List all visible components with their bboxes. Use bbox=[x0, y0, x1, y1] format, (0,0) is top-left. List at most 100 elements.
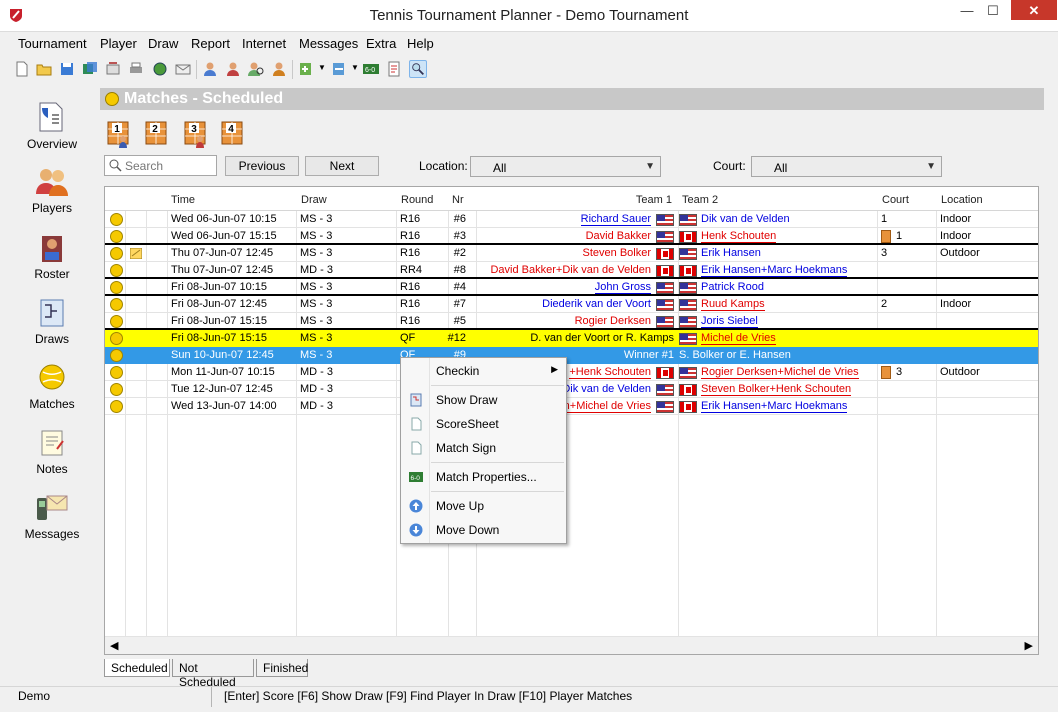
close-button[interactable]: ✕ bbox=[1011, 0, 1057, 20]
col-header-draw[interactable]: Draw bbox=[301, 194, 327, 206]
export-dropdown-icon[interactable]: ▼ bbox=[351, 63, 359, 72]
cell-team1[interactable]: David Bakker bbox=[586, 230, 651, 242]
previous-button[interactable]: Previous bbox=[225, 156, 299, 176]
table-row[interactable]: Wed 13-Jun-07 14:00 MD - 3 n+Michel de V… bbox=[105, 398, 1038, 415]
court-4-button[interactable]: 4 bbox=[221, 121, 245, 149]
search-input[interactable]: Search bbox=[104, 155, 217, 176]
col-header-round[interactable]: Round bbox=[401, 194, 433, 206]
sidebar-item-draws[interactable]: Draws bbox=[8, 297, 96, 346]
minimize-button[interactable]: — bbox=[958, 0, 976, 22]
cell-team2[interactable]: Erik Hansen bbox=[701, 247, 761, 259]
table-row[interactable]: Fri 08-Jun-07 12:45 MS - 3 R16 #7 Dieder… bbox=[105, 296, 1038, 313]
menu-item-scoresheet[interactable]: ScoreSheet bbox=[401, 413, 566, 435]
table-row[interactable]: Fri 08-Jun-07 10:15 MS - 3 R16 #4 John G… bbox=[105, 279, 1038, 296]
menu-item-move-down[interactable]: Move Down bbox=[401, 519, 566, 541]
mail-icon[interactable] bbox=[174, 60, 192, 78]
table-row[interactable]: Thu 07-Jun-07 12:45 MS - 3 R16 #2 Steven… bbox=[105, 245, 1038, 262]
cell-team2[interactable]: Rogier Derksen+Michel de Vries bbox=[701, 366, 859, 379]
scroll-right-icon[interactable]: ▶ bbox=[1025, 639, 1033, 652]
court-select[interactable]: All ▼ bbox=[751, 156, 942, 177]
player-add-icon[interactable] bbox=[224, 60, 242, 78]
cell-team2[interactable]: Dik van de Velden bbox=[701, 213, 790, 225]
import-dropdown-icon[interactable]: ▼ bbox=[318, 63, 326, 72]
cell-team1[interactable]: Winner #1 bbox=[624, 349, 674, 361]
sidebar-item-players[interactable]: Players bbox=[8, 166, 96, 215]
menu-item-match-sign[interactable]: Match Sign bbox=[401, 437, 566, 459]
menu-report[interactable]: Report bbox=[191, 36, 230, 51]
cell-team1[interactable]: Rogier Derksen bbox=[575, 315, 651, 327]
scoresheet-icon[interactable] bbox=[385, 60, 403, 78]
import-icon[interactable] bbox=[297, 60, 315, 78]
table-row-selected[interactable]: Sun 10-Jun-07 12:45 MS - 3 QF #9 Winner … bbox=[105, 347, 1038, 364]
table-row-highlighted[interactable]: Fri 08-Jun-07 15:15 MS - 3 QF #12 D. van… bbox=[105, 330, 1038, 347]
cell-team1[interactable]: Richard Sauer bbox=[580, 213, 651, 226]
scroll-left-icon[interactable]: ◀ bbox=[110, 639, 118, 652]
horizontal-scrollbar[interactable]: ◀ ▶ bbox=[105, 636, 1038, 654]
cell-team2[interactable]: Patrick Rood bbox=[701, 281, 764, 293]
sidebar-item-matches[interactable]: Matches bbox=[8, 362, 96, 411]
cell-team1[interactable]: n+Michel de Vries bbox=[563, 400, 651, 413]
cell-team2[interactable]: Ruud Kamps bbox=[701, 298, 765, 311]
player-icon[interactable] bbox=[201, 60, 219, 78]
cell-team2[interactable]: Erik Hansen+Marc Hoekmans bbox=[701, 400, 848, 413]
col-header-location[interactable]: Location bbox=[941, 194, 983, 206]
sidebar-item-overview[interactable]: Overview bbox=[8, 100, 96, 151]
matches-grid[interactable]: Time Draw Round Nr Team 1 Team 2 Court L… bbox=[104, 186, 1039, 655]
sidebar-item-roster[interactable]: Roster bbox=[8, 232, 96, 281]
player-edit-icon[interactable] bbox=[270, 60, 288, 78]
menu-tournament[interactable]: Tournament bbox=[18, 36, 87, 51]
export-icon[interactable] bbox=[330, 60, 348, 78]
menu-item-match-properties[interactable]: 6-0 Match Properties... bbox=[401, 466, 566, 488]
col-header-time[interactable]: Time bbox=[171, 194, 195, 206]
menu-item-show-draw[interactable]: Show Draw bbox=[401, 389, 566, 411]
court-3-button[interactable]: 3 bbox=[184, 121, 208, 149]
table-row[interactable]: Tue 12-Jun-07 12:45 MD - 3 Dik van de Ve… bbox=[105, 381, 1038, 398]
cell-team1[interactable]: Steven Bolker bbox=[583, 247, 651, 259]
next-button[interactable]: Next bbox=[305, 156, 379, 176]
table-row[interactable]: Thu 07-Jun-07 12:45 MD - 3 RR4 #8 David … bbox=[105, 262, 1038, 279]
maximize-button[interactable]: ☐ bbox=[984, 0, 1002, 22]
menu-draw[interactable]: Draw bbox=[148, 36, 178, 51]
col-header-team1[interactable]: Team 1 bbox=[636, 194, 672, 206]
menu-item-checkin[interactable]: Checkin ▶ bbox=[401, 360, 566, 382]
search-tool-icon[interactable] bbox=[409, 60, 427, 78]
print-icon[interactable] bbox=[127, 60, 145, 78]
player-find-icon[interactable] bbox=[247, 60, 265, 78]
properties-icon[interactable] bbox=[104, 60, 122, 78]
cell-team1[interactable]: David Bakker+Dik van de Velden bbox=[490, 264, 651, 276]
col-header-nr[interactable]: Nr bbox=[452, 194, 464, 206]
cell-team2[interactable]: Erik Hansen+Marc Hoekmans bbox=[701, 264, 848, 277]
open-folder-icon[interactable] bbox=[35, 60, 53, 78]
cell-team2[interactable]: Joris Siebel bbox=[701, 315, 758, 328]
table-row[interactable]: Wed 06-Jun-07 10:15 MS - 3 R16 #6 Richar… bbox=[105, 211, 1038, 228]
menu-extra[interactable]: Extra bbox=[366, 36, 396, 51]
cell-team1[interactable]: D. van der Voort or R. Kamps bbox=[530, 332, 674, 344]
tab-not-scheduled[interactable]: Not Scheduled bbox=[172, 659, 254, 689]
sidebar-item-messages[interactable]: Messages bbox=[8, 492, 96, 541]
score-icon[interactable]: 6-0 bbox=[362, 60, 380, 78]
menu-item-move-up[interactable]: Move Up bbox=[401, 495, 566, 517]
court-2-button[interactable]: 2 bbox=[145, 121, 169, 149]
sidebar-item-notes[interactable]: Notes bbox=[8, 427, 96, 476]
menu-help[interactable]: Help bbox=[407, 36, 434, 51]
location-select[interactable]: All ▼ bbox=[470, 156, 661, 177]
save-all-icon[interactable] bbox=[81, 60, 99, 78]
web-icon[interactable] bbox=[151, 60, 169, 78]
cell-team1[interactable]: +Henk Schouten bbox=[569, 366, 651, 379]
cell-team2[interactable]: S. Bolker or E. Hansen bbox=[679, 349, 791, 361]
table-row[interactable]: Wed 06-Jun-07 15:15 MS - 3 R16 #3 David … bbox=[105, 228, 1038, 245]
table-row[interactable]: Fri 08-Jun-07 15:15 MS - 3 R16 #5 Rogier… bbox=[105, 313, 1038, 330]
menu-player[interactable]: Player bbox=[100, 36, 137, 51]
cell-team1[interactable]: Diederik van der Voort bbox=[542, 298, 651, 310]
tab-scheduled[interactable]: Scheduled bbox=[104, 659, 170, 677]
cell-team1[interactable]: Dik van de Velden bbox=[562, 383, 651, 395]
new-file-icon[interactable] bbox=[13, 60, 31, 78]
cell-team2[interactable]: Michel de Vries bbox=[701, 332, 776, 345]
col-header-team2[interactable]: Team 2 bbox=[682, 194, 718, 206]
menu-messages[interactable]: Messages bbox=[299, 36, 358, 51]
tab-finished[interactable]: Finished bbox=[256, 659, 308, 677]
save-icon[interactable] bbox=[58, 60, 76, 78]
cell-team2[interactable]: Henk Schouten bbox=[701, 230, 777, 243]
col-header-court[interactable]: Court bbox=[882, 194, 909, 206]
court-1-button[interactable]: 1 bbox=[107, 121, 131, 149]
